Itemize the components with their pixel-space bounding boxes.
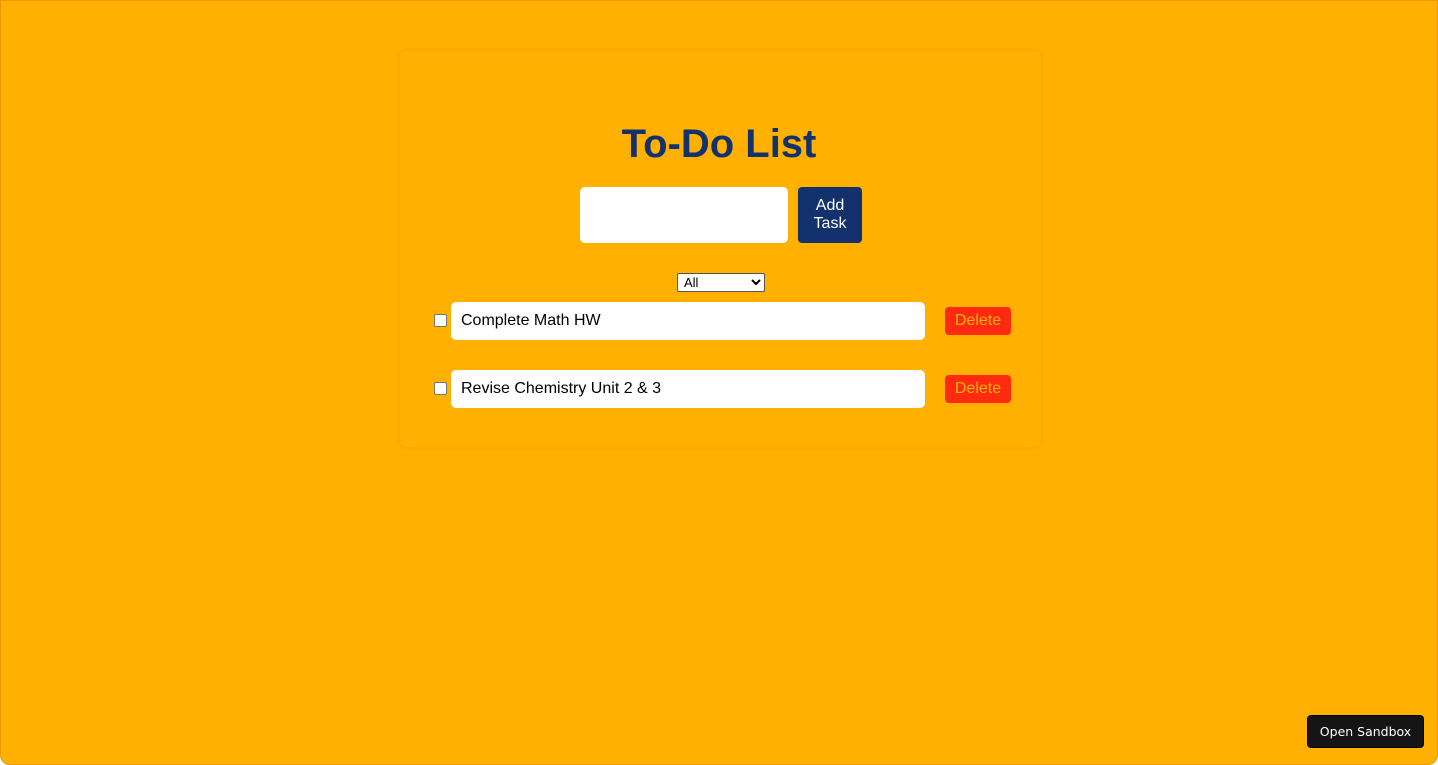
delete-task-button[interactable]: Delete (945, 307, 1011, 335)
task-text[interactable]: Revise Chemistry Unit 2 & 3 (451, 370, 925, 408)
task-checkbox[interactable] (434, 314, 447, 327)
task-item: Complete Math HW Delete (434, 302, 1014, 340)
task-checkbox[interactable] (434, 382, 447, 395)
task-item: Revise Chemistry Unit 2 & 3 Delete (434, 370, 1014, 408)
task-input[interactable] (580, 187, 788, 243)
app-background: To-Do List Add Task All Complete Math HW… (0, 0, 1438, 765)
delete-task-button[interactable]: Delete (945, 375, 1011, 403)
task-text[interactable]: Complete Math HW (451, 302, 925, 340)
filter-select[interactable]: All (677, 273, 765, 292)
page-title: To-Do List (621, 122, 817, 166)
add-task-button[interactable]: Add Task (798, 187, 862, 243)
open-sandbox-button[interactable]: Open Sandbox (1307, 715, 1424, 748)
